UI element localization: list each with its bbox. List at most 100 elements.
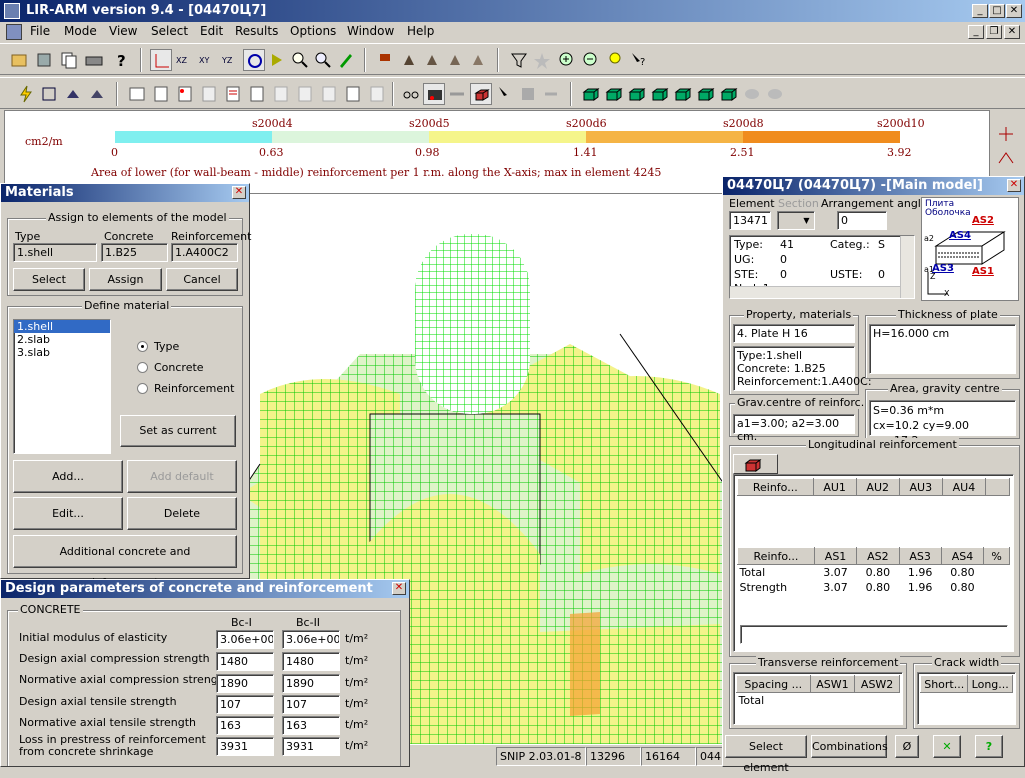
table-row[interactable]: Total (737, 693, 900, 708)
design-close-button[interactable]: ✕ (392, 582, 406, 595)
document-star-icon[interactable] (174, 83, 196, 105)
mdi-restore-button[interactable]: ❐ (986, 25, 1002, 39)
cube-1-icon[interactable] (580, 83, 602, 105)
menu-select[interactable]: Select (151, 24, 188, 38)
doc-icon[interactable] (6, 24, 22, 40)
param-value-bc1[interactable]: 3931 (216, 737, 274, 756)
param-value-bc2[interactable]: 1890 (282, 674, 340, 693)
table-row[interactable]: Strength 3.07 0.80 1.96 0.80 (738, 580, 1010, 595)
cancel-x-button[interactable]: ✕ (933, 735, 961, 758)
layers-icon[interactable] (33, 49, 55, 71)
menu-mode[interactable]: Mode (64, 24, 97, 38)
print-icon[interactable] (83, 49, 105, 71)
crack-table-box[interactable]: Short... Long... (917, 672, 1016, 725)
property-field[interactable]: 4. Plate H 16 (733, 324, 855, 343)
copy-icon[interactable] (58, 49, 80, 71)
report-icon[interactable] (222, 83, 244, 105)
bar-icon[interactable] (446, 83, 468, 105)
param-value-bc1[interactable]: 107 (216, 695, 274, 714)
param-value-bc1[interactable]: 3.06e+006 (216, 630, 274, 649)
filter-icon[interactable] (508, 49, 530, 71)
menu-options[interactable]: Options (290, 24, 336, 38)
trans-table-box[interactable]: Spacing ... ASW1 ASW2 Total (733, 672, 903, 725)
menu-help[interactable]: Help (407, 24, 434, 38)
rotate-icon[interactable] (243, 49, 265, 71)
cube-3-icon[interactable] (626, 83, 648, 105)
vertical-scrollbar[interactable] (900, 236, 914, 298)
pencil-icon[interactable] (335, 49, 357, 71)
menu-view[interactable]: View (109, 24, 137, 38)
table-row[interactable]: Total 3.07 0.80 1.96 0.80 (738, 565, 1010, 580)
glasses-icon[interactable] (400, 83, 422, 105)
document-icon[interactable] (150, 83, 172, 105)
combinations-button[interactable]: Combinations (811, 735, 888, 758)
add-default-button[interactable]: Add default (127, 460, 237, 493)
cube-7-icon[interactable] (718, 83, 740, 105)
minimize-button[interactable]: _ (972, 4, 988, 18)
element-info-list[interactable]: Type: 41 Categ.: S UG: 0 STE: 0 USTE: 0 … (729, 235, 915, 299)
flags-icon[interactable] (375, 49, 397, 71)
hand-select-icon[interactable] (421, 49, 443, 71)
axes-3d-icon[interactable] (150, 49, 172, 71)
edit-button[interactable]: Edit... (13, 497, 123, 530)
help-icon[interactable]: ? (110, 49, 132, 71)
beam-icon[interactable] (62, 83, 84, 105)
param-value-bc1[interactable]: 1480 (216, 652, 274, 671)
hand-remove-icon[interactable] (444, 49, 466, 71)
bulb-icon[interactable] (604, 49, 626, 71)
long-tables[interactable]: Reinfo... AU1 AU2 AU3 AU4 Reinfo... AS1 AS2 AS3… (733, 474, 1014, 652)
report-calc-icon[interactable] (342, 83, 364, 105)
section-icon[interactable] (38, 83, 60, 105)
menu-window[interactable]: Window (347, 24, 394, 38)
delete-button[interactable]: Delete (127, 497, 237, 530)
select-button[interactable]: Select (13, 268, 85, 291)
report-alt-icon[interactable] (246, 83, 268, 105)
view-yz-icon[interactable]: YZ (219, 49, 241, 71)
radio-reinforcement[interactable] (137, 383, 148, 394)
element-close-button[interactable]: ✕ (1007, 179, 1021, 192)
reinforcement-field[interactable]: 1.A400C2 (171, 243, 238, 262)
app-icon[interactable] (4, 3, 20, 19)
material-list-item[interactable]: 1.shell (14, 320, 110, 333)
maximize-button[interactable]: □ (989, 4, 1005, 18)
cursor-icon[interactable] (494, 83, 516, 105)
deform-icon[interactable] (996, 148, 1016, 168)
long-tab[interactable] (733, 454, 778, 474)
additional-concrete-button[interactable]: Additional concrete and reinforcement... (13, 535, 237, 589)
cube-6-icon[interactable] (695, 83, 717, 105)
set-as-current-button[interactable]: Set as current (120, 415, 236, 447)
param-value-bc2[interactable]: 3931 (282, 737, 340, 756)
assign-button[interactable]: Assign (89, 268, 162, 291)
menu-results[interactable]: Results (235, 24, 278, 38)
type-field[interactable]: 1.shell (13, 243, 97, 262)
param-value-bc2[interactable]: 163 (282, 716, 340, 735)
column-icon[interactable] (86, 83, 108, 105)
materials-close-button[interactable]: ✕ (232, 186, 246, 199)
zoom-window-icon[interactable] (312, 49, 334, 71)
param-value-bc2[interactable]: 107 (282, 695, 340, 714)
pan-hand-icon[interactable] (467, 49, 489, 71)
material-list-item[interactable]: 2.slab (14, 333, 110, 346)
table-icon[interactable] (126, 83, 148, 105)
add-button[interactable]: Add... (13, 460, 123, 493)
material-list[interactable]: 1.shell 2.slab 3.slab (13, 319, 111, 454)
radio-concrete[interactable] (137, 362, 148, 373)
cancel-button[interactable]: Cancel (166, 268, 238, 291)
mdi-close-button[interactable]: ✕ (1004, 25, 1020, 39)
element-number-field[interactable]: 13471 (729, 211, 771, 230)
view-xz-icon[interactable]: XZ (173, 49, 195, 71)
close-button[interactable]: ✕ (1006, 4, 1022, 18)
view-xy-icon[interactable]: XY (196, 49, 218, 71)
param-value-bc2[interactable]: 1480 (282, 652, 340, 671)
reinforcement-mode-icon[interactable] (423, 83, 445, 105)
context-help-icon[interactable]: ? (628, 49, 650, 71)
diagram-icon[interactable] (996, 124, 1016, 144)
angle-field[interactable]: 0 (837, 211, 887, 230)
radio-type[interactable] (137, 341, 148, 352)
cube-2-icon[interactable] (603, 83, 625, 105)
zoom-in-icon[interactable] (556, 49, 578, 71)
cube-4-icon[interactable] (649, 83, 671, 105)
concrete-field[interactable]: 1.B25 (101, 243, 168, 262)
horizontal-scrollbar[interactable] (730, 286, 900, 298)
plate-mode-icon[interactable] (470, 83, 492, 105)
